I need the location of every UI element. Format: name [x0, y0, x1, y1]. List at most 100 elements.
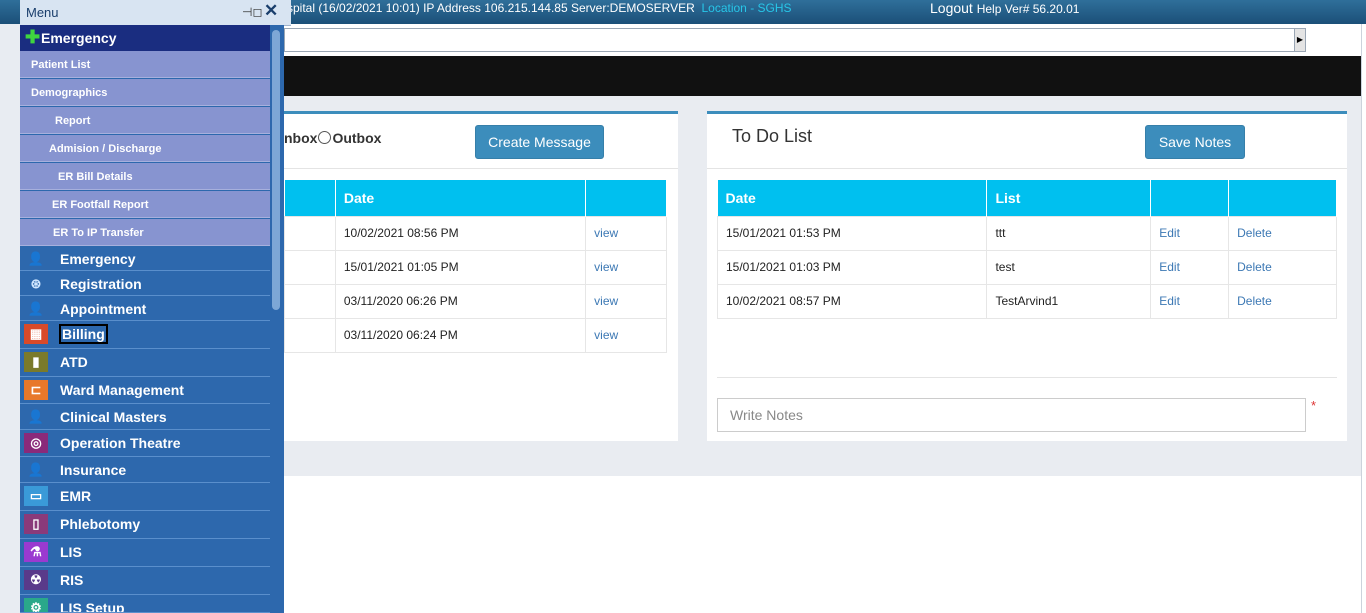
menu-item-phlebotomy[interactable]: ▯ Phlebotomy: [20, 511, 270, 539]
menu-item-operation-theatre[interactable]: ◎ Operation Theatre: [20, 430, 270, 457]
menu-item-billing[interactable]: ▦ Billing: [20, 321, 270, 349]
edit-link[interactable]: Edit: [1150, 249, 1230, 285]
submenu-label: ER Bill Details: [58, 171, 133, 183]
edit-link[interactable]: Edit: [1150, 283, 1230, 319]
menu-item-label: Insurance: [60, 462, 127, 478]
side-menu: Menu ⊣◻ ✕ ✚ Emergency Patient List Demog…: [20, 0, 291, 613]
row-date: 10/02/2021 08:57 PM: [716, 283, 988, 319]
column-header: [284, 180, 336, 216]
appointment-icon: 👤: [27, 301, 45, 316]
table-row: 03/11/2020 06:24 PM view: [284, 317, 667, 353]
submenu-label: Demographics: [31, 87, 108, 99]
inbox-radio-label[interactable]: nbox: [284, 130, 317, 146]
submenu-label: Patient List: [31, 59, 91, 71]
help-version[interactable]: Help Ver# 56.20.01: [977, 2, 1080, 16]
monitor-icon: ▭: [24, 486, 48, 506]
microscope-icon: ⚗: [24, 542, 48, 562]
menu-item-emergency[interactable]: 👤 Emergency: [20, 246, 270, 271]
save-notes-button[interactable]: Save Notes: [1145, 125, 1245, 159]
address-bar[interactable]: ▶: [284, 28, 1306, 52]
menu-item-insurance[interactable]: 👤 Insurance: [20, 457, 270, 483]
submenu-er-footfall-report[interactable]: ER Footfall Report: [20, 191, 270, 218]
row-date: 15/01/2021 01:03 PM: [716, 249, 988, 285]
test-tube-icon: ▯: [24, 514, 48, 534]
submenu-label: ER Footfall Report: [52, 199, 149, 211]
outbox-radio[interactable]: [318, 131, 332, 144]
table-row: 15/01/2021 01:53 PM ttt Edit Delete: [716, 215, 1337, 251]
menu-section-emergency[interactable]: ✚ Emergency: [20, 25, 270, 51]
book-icon: ▮: [24, 352, 48, 372]
submenu-label: Admision / Discharge: [49, 143, 162, 155]
menu-item-emr[interactable]: ▭ EMR: [20, 483, 270, 511]
menu-item-label: Billing: [59, 324, 108, 344]
create-message-button[interactable]: Create Message: [475, 125, 604, 159]
menu-item-label: Phlebotomy: [60, 516, 141, 532]
session-info: spital (16/02/2021 10:01) IP Address 106…: [287, 1, 792, 15]
menu-item-clinical-masters[interactable]: 👤 Clinical Masters: [20, 404, 270, 430]
section-label: Emergency: [41, 30, 117, 46]
view-link[interactable]: view: [585, 249, 667, 285]
todo-title: To Do List: [732, 126, 813, 146]
header-band: [284, 56, 1366, 96]
submenu-report[interactable]: Report: [20, 107, 270, 134]
menu-item-label: Clinical Masters: [60, 409, 167, 425]
row-date: 03/11/2020 06:24 PM: [334, 317, 587, 353]
menu-item-ward-management[interactable]: ⊏ Ward Management: [20, 377, 270, 404]
submenu-demographics[interactable]: Demographics: [20, 79, 270, 106]
close-icon[interactable]: ✕: [264, 1, 278, 21]
topbar-links: Logout Help Ver# 56.20.01: [930, 0, 1079, 16]
bed-icon: ⊏: [24, 380, 48, 400]
table-row: 10/02/2021 08:56 PM view: [284, 215, 667, 251]
submenu-patient-list[interactable]: Patient List: [20, 51, 270, 78]
menu-item-lis[interactable]: ⚗ LIS: [20, 539, 270, 567]
submenu-er-to-ip-transfer[interactable]: ER To IP Transfer: [20, 219, 270, 246]
divider: [284, 168, 678, 169]
edit-link[interactable]: Edit: [1150, 215, 1230, 251]
menu-item-label: Ward Management: [60, 382, 184, 398]
menu-item-registration[interactable]: ⊛ Registration: [20, 271, 270, 296]
menu-item-ris[interactable]: ☢ RIS: [20, 567, 270, 595]
table-cell: [284, 249, 336, 285]
lis-setup-icon: ⚙: [24, 598, 48, 612]
column-header-list: List: [986, 180, 1152, 216]
view-link[interactable]: view: [585, 215, 667, 251]
menu-item-atd[interactable]: ▮ ATD: [20, 349, 270, 377]
doctor-icon: 👤: [27, 462, 45, 477]
pin-icon[interactable]: ⊣◻: [242, 5, 262, 19]
menu-item-label: Emergency: [60, 251, 136, 267]
outbox-radio-label[interactable]: Outbox: [332, 130, 381, 146]
todo-panel: To Do List Save Notes Date List 15/01/20…: [707, 111, 1347, 441]
scroll-right-icon[interactable]: ▶: [1294, 29, 1305, 51]
table-row: 15/01/2021 01:05 PM view: [284, 249, 667, 285]
submenu-label: ER To IP Transfer: [53, 227, 144, 239]
menu-item-label: LIS: [60, 544, 82, 560]
table-cell: [284, 215, 336, 251]
write-notes-input[interactable]: Write Notes: [717, 398, 1306, 432]
menu-title: Menu: [26, 5, 59, 20]
view-link[interactable]: view: [585, 283, 667, 319]
window-edge: [1361, 24, 1366, 613]
required-marker: *: [1311, 398, 1317, 413]
table-row: 10/02/2021 08:57 PM TestArvind1 Edit Del…: [716, 283, 1337, 319]
delete-link[interactable]: Delete: [1228, 283, 1337, 319]
menu-scroll-thumb[interactable]: [272, 30, 280, 310]
submenu-admission-discharge[interactable]: Admision / Discharge: [20, 135, 270, 162]
submenu-er-bill-details[interactable]: ER Bill Details: [20, 163, 270, 190]
table-row: 03/11/2020 06:26 PM view: [284, 283, 667, 319]
messages-panel: nbox Outbox Create Message Date 10/02/202…: [284, 111, 678, 441]
column-header-edit: [1150, 180, 1230, 216]
row-list: test: [986, 249, 1152, 285]
delete-link[interactable]: Delete: [1228, 215, 1337, 251]
messages-table: Date 10/02/2021 08:56 PM view 15/01/2021…: [284, 180, 667, 353]
menu-item-lis-setup[interactable]: ⚙ LIS Setup: [20, 595, 270, 613]
submenu-label: Report: [55, 115, 91, 127]
target-icon: ◎: [24, 433, 48, 453]
delete-link[interactable]: Delete: [1228, 249, 1337, 285]
view-link[interactable]: view: [585, 317, 667, 353]
divider: [717, 377, 1337, 378]
message-filter: nbox Outbox: [284, 130, 381, 146]
logout-link[interactable]: Logout: [930, 0, 973, 16]
menu-item-label: Registration: [60, 276, 142, 292]
row-date: 15/01/2021 01:05 PM: [334, 249, 587, 285]
menu-item-appointment[interactable]: 👤 Appointment: [20, 296, 270, 321]
